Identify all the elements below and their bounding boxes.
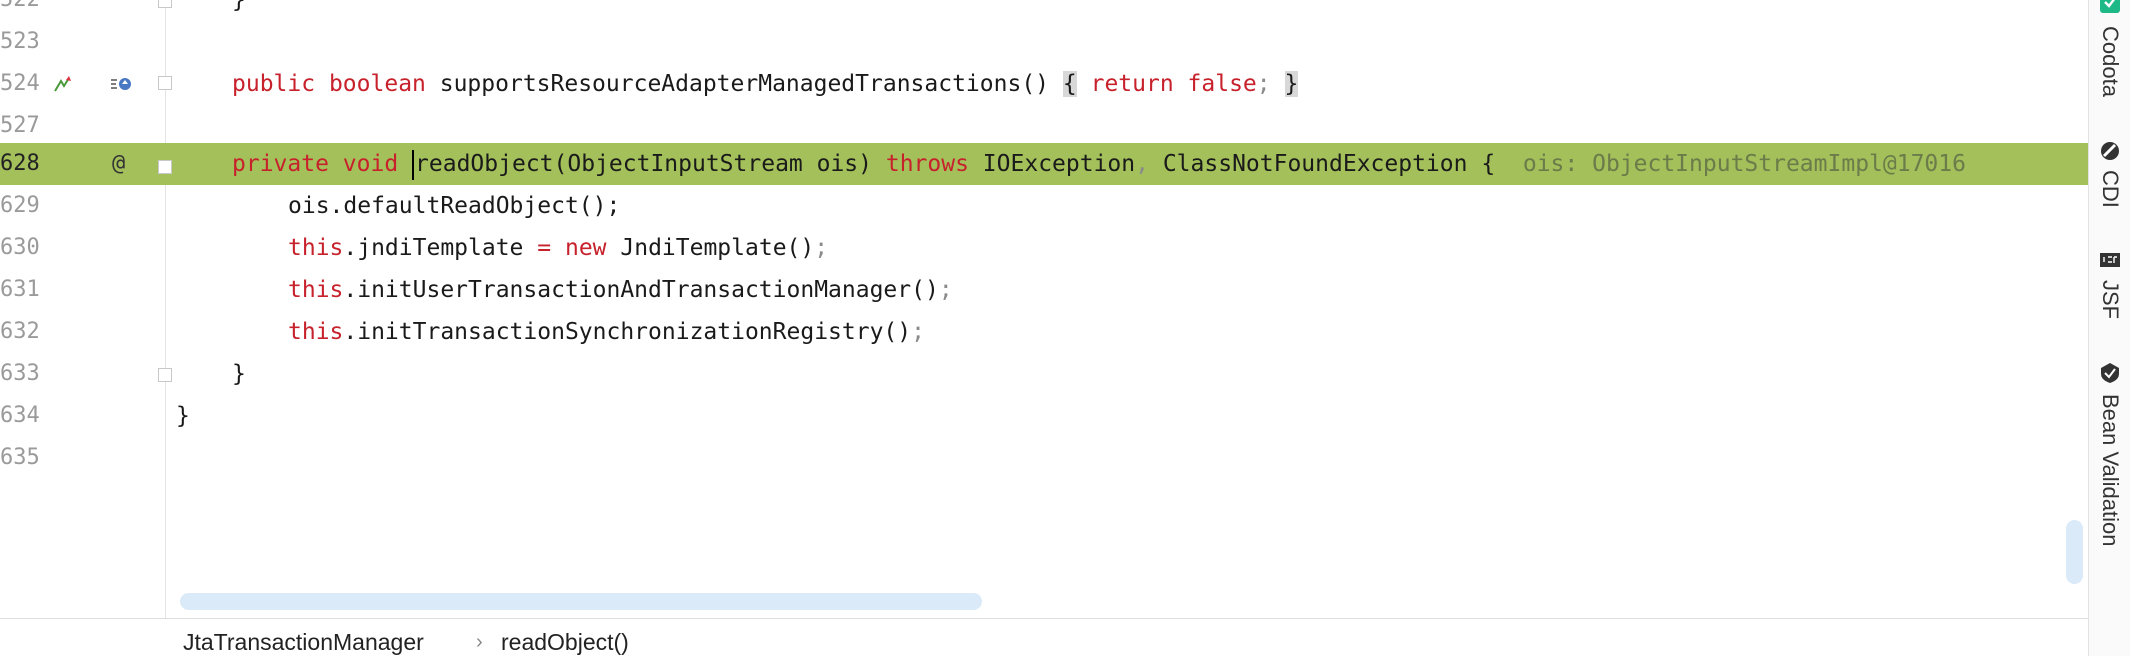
fold-marker[interactable] [158,76,172,90]
code-text: this.initUserTransactionAndTransactionMa… [288,277,953,303]
code-text: this.initTransactionSynchronizationRegis… [288,319,925,345]
code-editor[interactable]: 522 } 523 524 public boolean supportsRes… [0,0,2088,618]
current-execution-line[interactable]: 628 @ private void readObject(ObjectInpu… [0,143,2088,185]
code-line[interactable]: 629 ois.defaultReadObject(); [0,185,2088,227]
code-line[interactable]: 523 [0,21,2088,63]
line-number: 527 [0,113,40,138]
line-number: 634 [0,403,40,428]
code-text: this.jndiTemplate = new JndiTemplate(); [288,235,829,261]
code-line[interactable]: 634 } [0,395,2088,437]
line-number: 628 [0,151,40,176]
code-text: ois.defaultReadObject(); [288,193,621,219]
line-number: 632 [0,319,40,344]
toolwindow-label: JSF [2098,280,2123,320]
code-line[interactable]: 630 this.jndiTemplate = new JndiTemplate… [0,227,2088,269]
code-text: } [176,403,190,429]
debug-inlay-value: ois: ObjectInputStreamImpl@17016 [1522,151,1966,177]
code-line[interactable]: 631 this.initUserTransactionAndTransacti… [0,269,2088,311]
line-number: 635 [0,445,40,470]
right-tool-window-bar: Codota CDI JSF Bean Validation [2088,0,2130,656]
code-text: public boolean supportsResourceAdapterMa… [232,71,1299,97]
code-line[interactable]: 527 [0,105,2088,147]
cdi-icon [2101,142,2119,160]
codota-icon [2100,0,2120,13]
line-number: 631 [0,277,40,302]
line-number: 629 [0,193,40,218]
code-line[interactable]: 632 this.initTransactionSynchronizationR… [0,311,2088,353]
breadcrumb-separator: › [476,631,483,653]
line-number: 523 [0,29,40,54]
code-text: private void readObject(ObjectInputStrea… [232,143,1966,185]
line-number: 630 [0,235,40,260]
code-line[interactable]: 633 } [0,353,2088,395]
bean-validation-icon [2101,363,2119,383]
fold-marker[interactable] [158,0,172,8]
code-line[interactable]: 635 [0,437,2088,479]
fold-marker[interactable] [158,160,172,174]
code-line[interactable]: 522 } [0,0,2088,21]
toolwindow-label: CDI [2098,170,2123,208]
breadcrumb: JtaTransactionManager › readObject() [0,618,2088,657]
text-caret [412,149,415,180]
code-text: } [232,361,246,387]
breadcrumb-item-method[interactable]: readObject() [501,619,629,665]
vertical-scrollbar[interactable] [2066,520,2083,584]
code-line[interactable]: 524 public boolean supportsResourceAdapt… [0,63,2088,105]
toolwindow-label: Bean Validation [2098,394,2123,547]
fold-marker[interactable] [158,368,172,382]
at-annotation-icon[interactable]: @ [112,143,125,185]
jsf-icon [2100,253,2120,267]
line-number: 524 [0,71,40,96]
line-number: 522 [0,0,40,21]
horizontal-scrollbar[interactable] [180,593,982,610]
line-number: 633 [0,361,40,386]
overrides-icon[interactable] [110,63,134,105]
breadcrumb-item-class[interactable]: JtaTransactionManager [183,619,424,665]
code-text: } [232,0,246,13]
toolwindow-label: Codota [2098,26,2123,97]
implemented-method-icon[interactable] [52,63,74,105]
